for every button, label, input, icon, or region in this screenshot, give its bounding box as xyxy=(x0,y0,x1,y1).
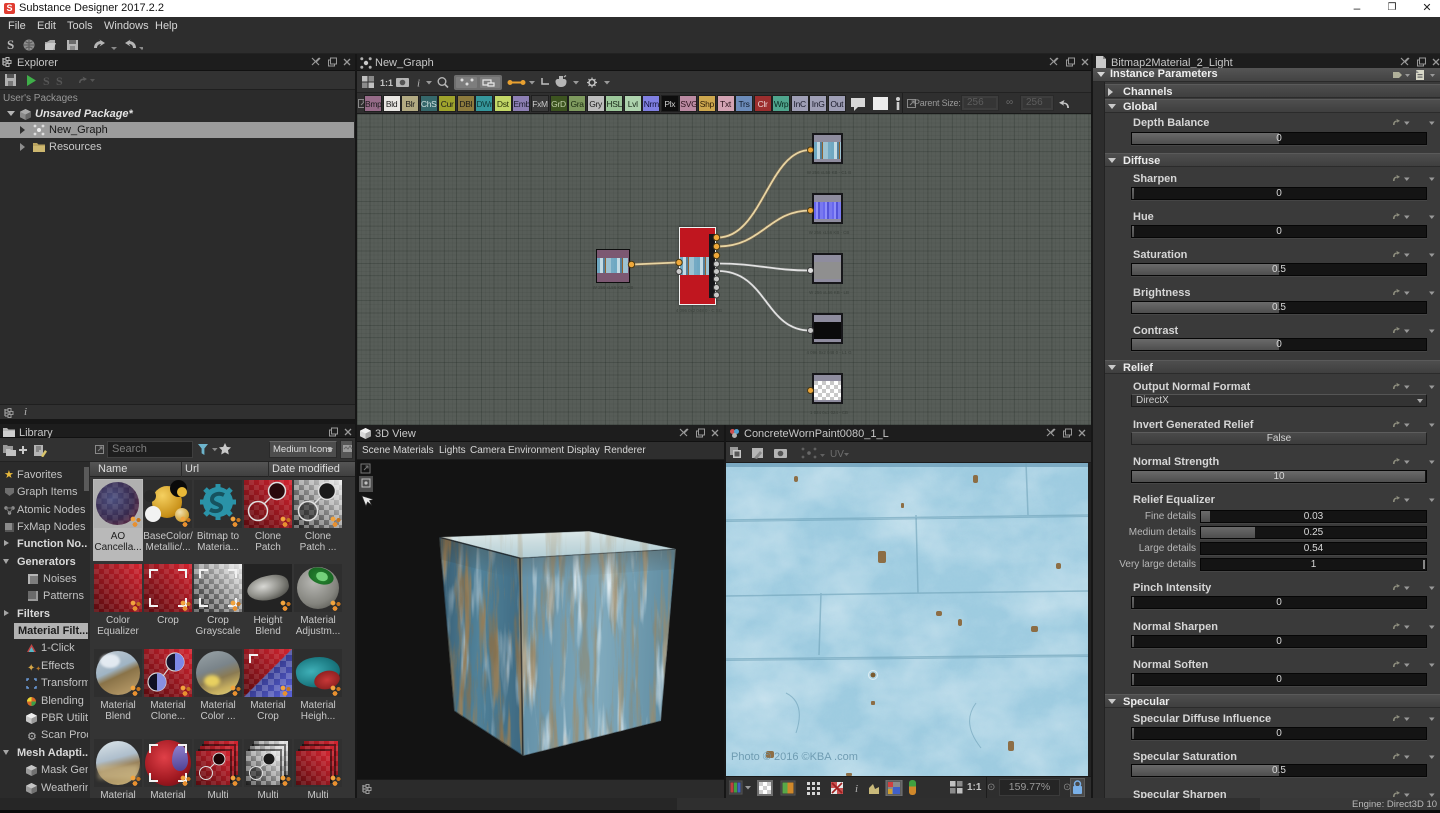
svg-text:i: i xyxy=(855,783,858,795)
svg-text:S: S xyxy=(56,74,63,87)
svg-text:UV: UV xyxy=(830,449,844,460)
svg-text:S: S xyxy=(7,38,14,52)
svg-text:S: S xyxy=(43,74,50,87)
svg-text:i: i xyxy=(417,78,420,90)
svg-text:1:1: 1:1 xyxy=(380,78,393,88)
svg-text:Photo © 2016 ©KBA .com: Photo © 2016 ©KBA .com xyxy=(731,751,858,763)
